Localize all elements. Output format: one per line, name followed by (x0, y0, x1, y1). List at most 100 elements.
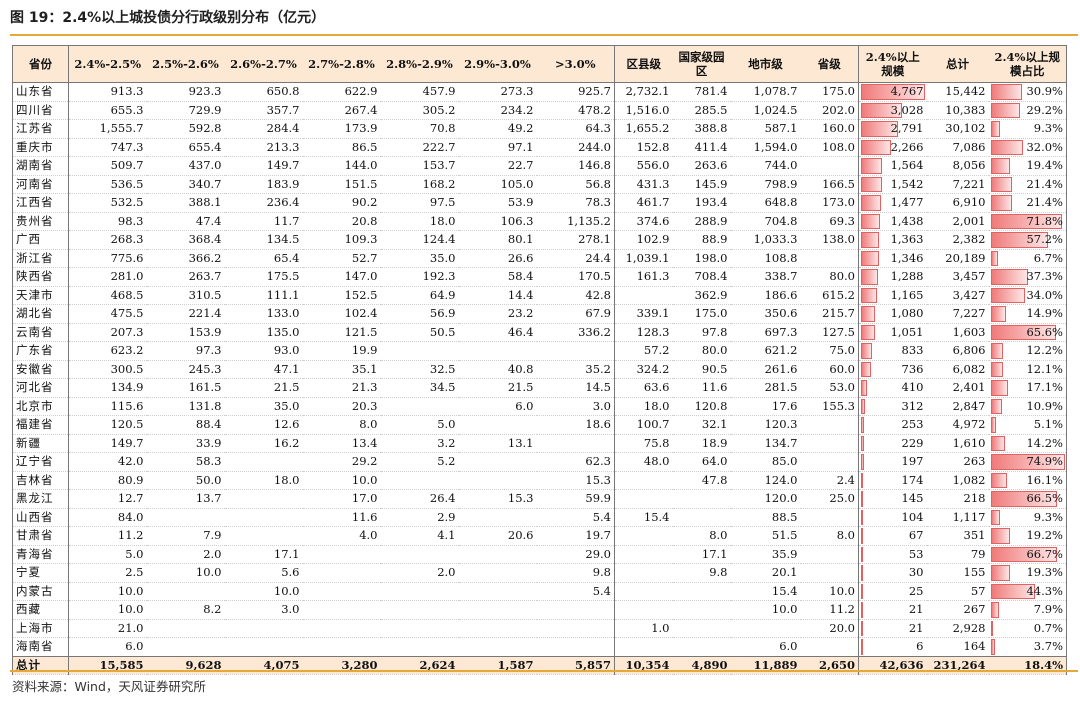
value-cell: 50.5 (380, 323, 459, 342)
value-cell: 15.3 (458, 489, 537, 509)
value-cell: 374.6 (614, 212, 673, 231)
cell-value: 7.9% (1033, 602, 1063, 616)
table-row: 山西省 84.0 11.6 2.9 5.4 15.4 88.5 104 1,117 9.3% (12, 508, 1067, 527)
table-row: 青海省 5.0 2.0 17.1 29.0 17.1 35.9 53 79 66.7% (12, 545, 1067, 564)
value-cell: 64.0 (672, 452, 731, 472)
value-cell: 236.4 (224, 193, 303, 213)
province-cell: 四川省 (12, 101, 69, 120)
scale-bar-cell: 3,028 (858, 101, 927, 120)
header-cell: 国家级园区 (672, 45, 731, 83)
cell-value: 312 (901, 398, 924, 413)
share-bar-cell: 16.1% (988, 471, 1067, 490)
value-cell: 198.0 (672, 249, 731, 268)
value-cell: 121.5 (302, 323, 381, 342)
value-cell (672, 600, 731, 620)
value-cell: 284.4 (224, 119, 303, 139)
scale-bar-cell: 2,791 (858, 119, 927, 139)
cell-value: 1,564 (890, 158, 924, 172)
cell-value: 16.1% (1026, 472, 1063, 487)
value-cell: 1,117 (926, 508, 989, 527)
value-cell: 75.0 (800, 341, 859, 361)
value-cell: 160.0 (800, 119, 859, 139)
value-cell: 19.9 (302, 341, 381, 361)
value-cell: 1,555.7 (68, 119, 147, 139)
share-bar-cell: 71.8% (988, 212, 1067, 231)
value-cell: 781.4 (672, 82, 731, 102)
table-row: 福建省 120.5 88.4 12.6 8.0 5.0 18.6 100.7 32.1 120.3… (12, 415, 1067, 435)
value-cell: 26.4 (380, 489, 459, 509)
cell-value: 1,542 (890, 176, 924, 191)
cell-value: 14.9% (1026, 306, 1063, 320)
value-cell: 11.6 (302, 508, 381, 527)
value-cell: 2,001 (926, 212, 989, 231)
value-cell (380, 637, 459, 657)
value-cell: 8.0 (302, 415, 381, 435)
province-cell: 安徽省 (12, 360, 69, 379)
value-cell: 747.3 (68, 138, 147, 157)
value-cell: 50.0 (146, 471, 225, 490)
cell-value: 30.9% (1026, 84, 1063, 98)
value-cell: 2,928 (926, 619, 989, 638)
value-cell: 8.0 (672, 526, 731, 546)
value-cell: 29.0 (536, 545, 615, 564)
value-cell (536, 341, 615, 361)
value-cell: 6.0 (730, 637, 801, 657)
value-cell: 244.0 (536, 138, 615, 157)
value-cell: 10.0 (730, 600, 801, 620)
share-bar-cell: 10.9% (988, 397, 1067, 416)
value-cell: 152.5 (302, 286, 381, 305)
value-cell: 78.3 (536, 193, 615, 213)
value-cell: 615.2 (800, 286, 859, 305)
share-bar-cell: 57.2% (988, 230, 1067, 250)
value-cell: 53.0 (800, 378, 859, 398)
value-cell: 183.9 (224, 175, 303, 194)
value-cell: 4.1 (380, 526, 459, 546)
table-row: 宁夏 2.5 10.0 5.6 2.0 9.8 9.8 20.1 30 155 19.3% (12, 563, 1067, 583)
value-cell: 437.0 (146, 156, 225, 176)
value-cell: 775.6 (68, 249, 147, 268)
value-cell: 21.5 (458, 378, 537, 398)
value-cell (458, 545, 537, 564)
value-cell: 120.0 (730, 489, 801, 509)
value-cell: 168.2 (380, 175, 459, 194)
cell-value: 74.9% (1026, 454, 1063, 468)
table-row: 浙江省 775.6 366.2 65.4 52.7 35.0 26.6 24.4 1,039.1… (12, 249, 1067, 268)
value-cell: 285.5 (672, 101, 731, 120)
value-cell (672, 637, 731, 657)
value-cell: 56.9 (380, 304, 459, 324)
value-cell: 10,383 (926, 101, 989, 120)
value-cell: 127.5 (800, 323, 859, 342)
value-cell: 105.0 (458, 175, 537, 194)
value-cell (800, 452, 859, 472)
province-cell: 吉林省 (12, 471, 69, 490)
value-cell: 350.6 (730, 304, 801, 324)
value-cell: 46.4 (458, 323, 537, 342)
value-cell: 170.5 (536, 267, 615, 287)
cell-value: 0.7% (1033, 620, 1063, 635)
value-cell: 1,594.0 (730, 138, 801, 157)
province-cell: 内蒙古 (12, 582, 69, 601)
value-cell: 6.0 (458, 397, 537, 416)
value-cell: 21.3 (302, 378, 381, 398)
value-cell: 85.0 (730, 452, 801, 472)
cell-value: 32.0% (1026, 139, 1063, 154)
value-cell: 13.1 (458, 434, 537, 453)
value-cell: 166.5 (800, 175, 859, 194)
value-cell: 10.0 (302, 471, 381, 490)
table-body: 山东省 913.3 923.3 650.8 622.9 457.9 273.3 925.7 2,… (12, 82, 1067, 675)
value-cell: 6,082 (926, 360, 989, 379)
cell-value: 21 (908, 620, 924, 635)
cell-value: 1,165 (890, 287, 924, 302)
value-cell: 215.7 (800, 304, 859, 324)
table-row: 内蒙古 10.0 10.0 5.4 15.4 10.0 25 57 44.3% (12, 582, 1067, 601)
cell-value: 21.4% (1026, 176, 1063, 191)
cell-value: 19.2% (1026, 528, 1063, 542)
value-cell (458, 471, 537, 490)
table-row: 贵州省 98.3 47.4 11.7 20.8 18.0 106.3 1,135.2 374.6… (12, 212, 1067, 231)
value-cell: 1,024.5 (730, 101, 801, 120)
value-cell: 21.5 (224, 378, 303, 398)
table-row: 云南省 207.3 153.9 135.0 121.5 50.5 46.4 336.2 128.… (12, 323, 1067, 342)
value-cell: 134.9 (68, 378, 147, 398)
value-cell: 1,078.7 (730, 82, 801, 102)
value-cell: 97.1 (458, 138, 537, 157)
